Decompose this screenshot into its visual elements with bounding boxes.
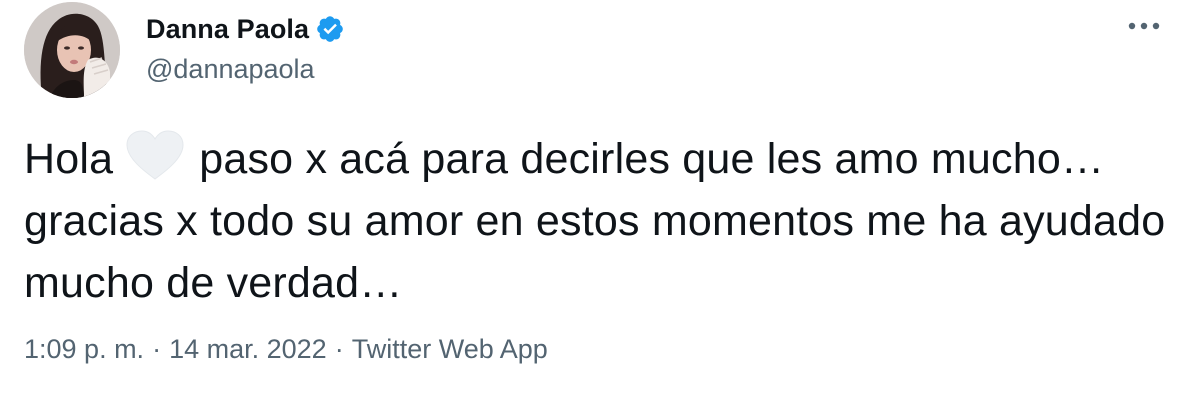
display-name-row: Danna Paola [146, 10, 345, 48]
tweet-text-intro: Hola [24, 135, 114, 183]
more-horizontal-icon [1128, 22, 1160, 30]
white-heart-icon [123, 129, 187, 181]
tweet-date[interactable]: 14 mar. 2022 [169, 334, 327, 365]
author-handle[interactable]: @dannapaola [146, 54, 345, 85]
tweet-text: Hola paso x acá para decirles que les amo… [24, 128, 1174, 314]
display-name[interactable]: Danna Paola [146, 14, 309, 45]
more-options-button[interactable] [1124, 14, 1164, 38]
meta-separator: · [334, 334, 344, 364]
tweet-metadata: 1:09 p. m. · 14 mar. 2022 · Twitter Web … [24, 334, 548, 365]
tweet-text-body: paso x acá para decirles que les amo muc… [24, 135, 1166, 307]
author-info: Danna Paola @dannapaola [146, 10, 345, 85]
verified-badge-icon [315, 14, 345, 44]
tweet-time[interactable]: 1:09 p. m. [24, 334, 144, 365]
meta-separator: · [152, 334, 162, 364]
avatar-photo [24, 2, 120, 98]
tweet-source[interactable]: Twitter Web App [352, 334, 548, 365]
avatar[interactable] [24, 2, 120, 98]
tweet-card: Danna Paola @dannapaola Hola paso x acá p… [0, 0, 1196, 402]
